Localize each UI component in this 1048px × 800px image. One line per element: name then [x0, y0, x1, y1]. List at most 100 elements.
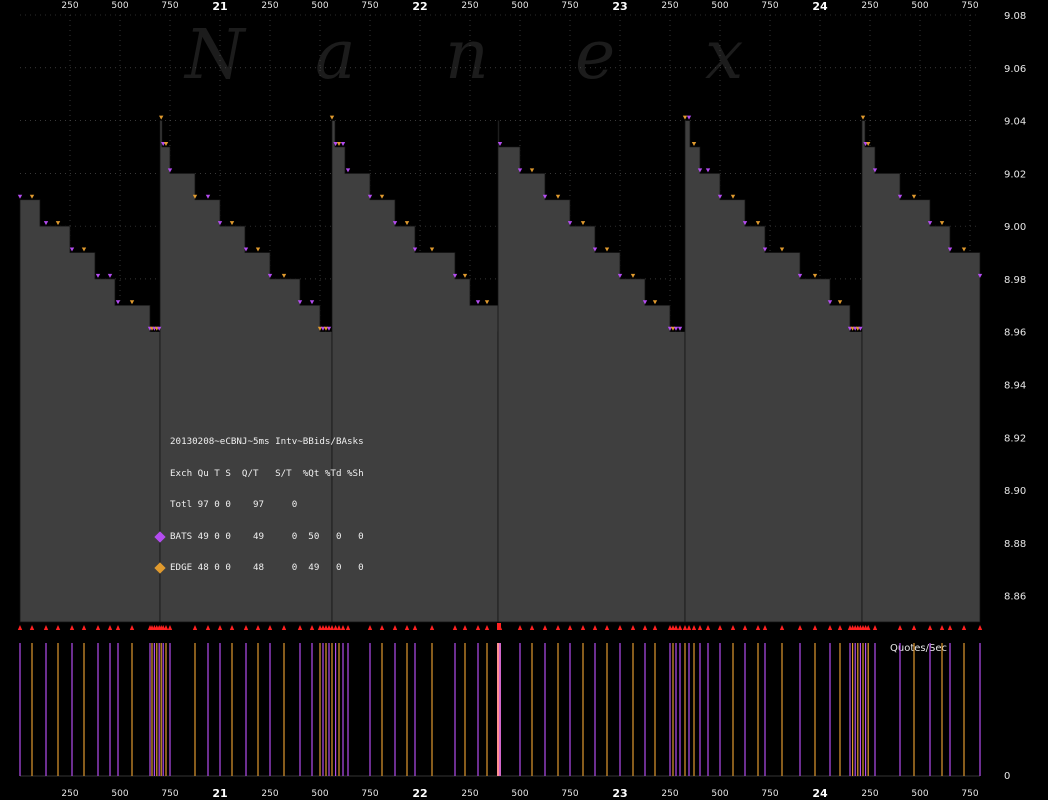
x-tick-label: 21: [212, 787, 227, 800]
quote-marker: [686, 115, 692, 120]
stats-row-text: Totl 97 0 0 97 0: [170, 499, 298, 510]
watermark-letter: e: [575, 16, 615, 95]
x-tick-label: 250: [261, 1, 278, 11]
quote-marker: [462, 273, 468, 278]
x-tick-label: 250: [461, 789, 478, 799]
quote-arrow: [691, 625, 697, 630]
quote-arrow: [281, 625, 287, 630]
y-tick-label: 8.96: [1004, 328, 1026, 339]
quote-marker: [475, 300, 481, 305]
x-tick-label: 250: [661, 1, 678, 11]
x-tick-label: 250: [261, 789, 278, 799]
quote-marker: [55, 221, 61, 226]
watermark-letter: N: [183, 16, 247, 95]
quote-marker: [580, 221, 586, 226]
x-tick-label: 500: [111, 789, 128, 799]
x-tick-label: 500: [711, 789, 728, 799]
stats-row-bats: BATS 49 0 0 49 0 50 0 0: [154, 530, 364, 543]
quote-arrow: [837, 625, 843, 630]
quote-marker: [961, 247, 967, 252]
quote-marker: [255, 247, 261, 252]
quote-arrow: [229, 625, 235, 630]
quote-arrow: [812, 625, 818, 630]
y-axis: 9.08 9.06 9.04 9.02 9.00 8.98 8.96 8.94 8.92 8.90…: [1004, 11, 1026, 603]
quote-arrow: [592, 625, 598, 630]
x-tick-label: 22: [412, 0, 427, 13]
x-tick-label: 22: [412, 787, 427, 800]
bottom-zero-label: 0: [1004, 771, 1010, 782]
quote-arrow: [730, 625, 736, 630]
quote-arrow: [452, 625, 458, 630]
stats-row-edge: EDGE 48 0 0 48 0 49 0 0: [154, 562, 364, 574]
quote-marker: [604, 247, 610, 252]
quote-arrow: [779, 625, 785, 630]
y-tick-label: 9.04: [1004, 117, 1026, 128]
quote-arrow: [163, 625, 169, 630]
quote-arrow: [404, 625, 410, 630]
quote-arrow: [617, 625, 623, 630]
quote-arrow: [297, 625, 303, 630]
x-tick-label: 24: [812, 787, 828, 800]
price-step-area: [861, 120, 981, 623]
x-tick-label: 500: [911, 789, 928, 799]
quote-arrow: [542, 625, 548, 630]
quote-arrow: [529, 625, 535, 630]
x-tick-label: 750: [161, 1, 178, 11]
quote-arrow: [682, 625, 688, 630]
quote-marker: [673, 326, 679, 331]
quote-arrow: [927, 625, 933, 630]
quote-arrow: [255, 625, 261, 630]
quote-arrow: [642, 625, 648, 630]
quote-marker: [630, 273, 636, 278]
quote-marker: [205, 194, 211, 199]
quote-arrow: [911, 625, 917, 630]
x-tick-label: 24: [812, 0, 828, 13]
x-tick-label: 750: [961, 1, 978, 11]
x-tick-label: 500: [911, 1, 928, 11]
quote-arrow: [217, 625, 223, 630]
quote-arrow: [43, 625, 49, 630]
quote-marker: [429, 247, 435, 252]
quote-marker: [229, 221, 235, 226]
x-axis-bottom: 250 500 750 21 250 500 750 22 250 500 750 23 250 500 7…: [61, 787, 978, 800]
x-tick-label: 500: [311, 789, 328, 799]
x-tick-label: 750: [961, 789, 978, 799]
stats-row-text: BATS 49 0 0 49 0 50 0 0: [170, 530, 364, 542]
quote-arrow: [429, 625, 435, 630]
quote-marker: [555, 194, 561, 199]
y-tick-label: 9.06: [1004, 64, 1026, 75]
x-tick-label: 500: [511, 1, 528, 11]
quote-arrow: [192, 625, 198, 630]
x-tick-label: 750: [161, 789, 178, 799]
x-tick-label: 21: [212, 0, 227, 13]
x-axis-top: 250 500 750 21 250 500 750 22 250 500 750 23 250 500 7…: [61, 0, 978, 13]
quote-arrow: [762, 625, 768, 630]
x-tick-label: 250: [861, 1, 878, 11]
watermark: Na n e x: [183, 16, 743, 95]
price-step-area: [497, 120, 686, 623]
quote-arrow: [309, 625, 315, 630]
quote-arrow: [243, 625, 249, 630]
quote-arrow: [977, 625, 983, 630]
quote-marker: [652, 300, 658, 305]
x-tick-label: 750: [561, 1, 578, 11]
quote-marker: [329, 115, 335, 120]
x-tick-label: 750: [561, 789, 578, 799]
stats-title: 20130208~eCBNJ~5ms Intv~BBids/BAsks: [170, 436, 364, 447]
y-tick-label: 9.02: [1004, 169, 1026, 180]
quote-arrow: [705, 625, 711, 630]
quote-marker: [281, 273, 287, 278]
quote-arrow: [673, 625, 679, 630]
quote-arrow: [412, 625, 418, 630]
stats-header: Exch Qu T S Q/T S/T %Qt %Td %Sh: [170, 467, 364, 479]
y-tick-label: 8.90: [1004, 486, 1026, 497]
price-area: [19, 120, 981, 623]
quote-arrow: [329, 625, 335, 630]
quote-arrow: [755, 625, 761, 630]
quote-arrow: [742, 625, 748, 630]
quote-marker: [730, 194, 736, 199]
quote-arrow: [947, 625, 953, 630]
x-tick-label: 500: [311, 1, 328, 11]
quote-arrow: [267, 625, 273, 630]
quote-marker: [691, 141, 697, 146]
